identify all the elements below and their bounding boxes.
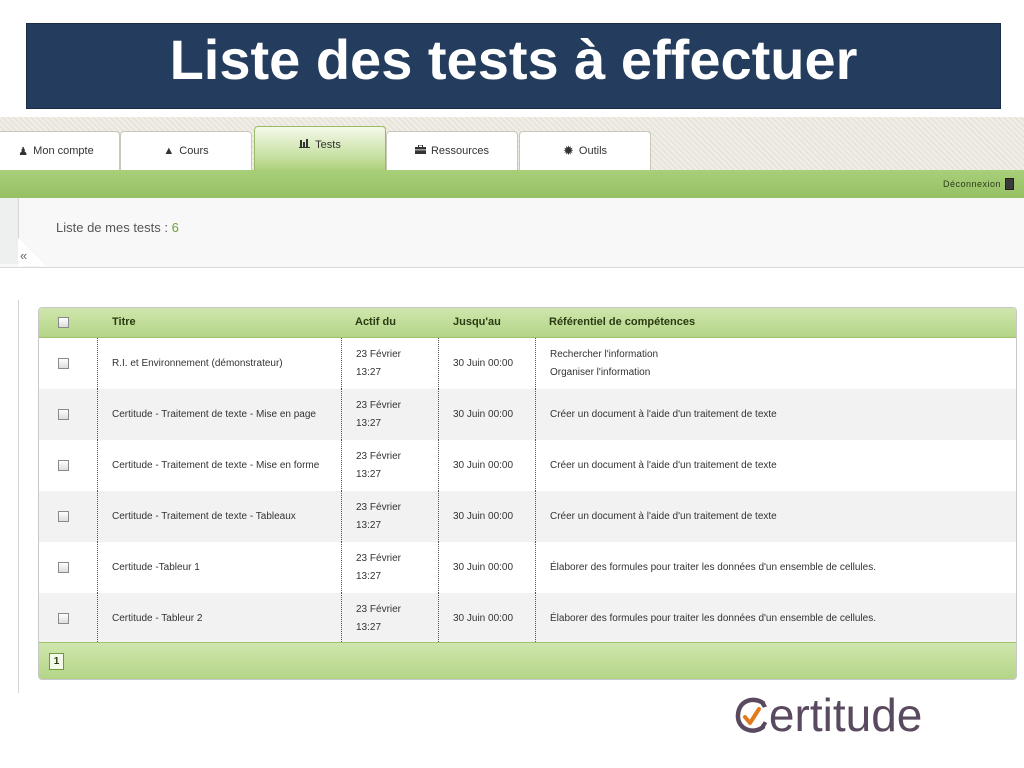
row-until: 30 Juin 00:00 [453, 562, 514, 573]
row-active-date: 23 Février [356, 349, 402, 360]
bar-chart-icon [299, 138, 311, 151]
top-green-bar: Déconnexion [0, 170, 1024, 198]
row-active-time: 13:27 [356, 418, 382, 429]
app-window: ♟ Mon compte ▲ Cours Tests Ressources ✹ … [0, 117, 1024, 693]
row-title[interactable]: Certitude - Tableur 2 [112, 610, 202, 627]
tests-count: Liste de mes tests : 6 [56, 220, 179, 235]
row-title[interactable]: Certitude - Traitement de texte - Mise e… [112, 406, 316, 423]
row-active-date: 23 Février [356, 400, 402, 411]
tab-outils[interactable]: ✹ Outils [519, 131, 651, 170]
row-title[interactable]: Certitude -Tableur 1 [112, 559, 200, 576]
slide-title: Liste des tests à effectuer [169, 28, 858, 91]
row-checkbox[interactable] [58, 511, 69, 522]
logo-text: Certitude [735, 689, 923, 741]
select-all-checkbox[interactable] [58, 317, 69, 328]
tab-ressources[interactable]: Ressources [386, 131, 518, 170]
collapse-sidebar-icon[interactable]: « [20, 248, 27, 263]
row-active-time: 13:27 [356, 520, 382, 531]
col-titre[interactable]: Titre [112, 316, 136, 328]
row-active-time: 13:27 [356, 367, 382, 378]
page-1-button[interactable]: 1 [49, 653, 64, 670]
col-jusquau[interactable]: Jusqu'au [453, 316, 501, 328]
row-active-date: 23 Février [356, 604, 402, 615]
tab-bar: ♟ Mon compte ▲ Cours Tests Ressources ✹ … [0, 117, 1024, 172]
list-header: Liste de mes tests : 6 [0, 198, 1024, 268]
row-checkbox[interactable] [58, 358, 69, 369]
row-skill: Créer un document à l'aide d'un traiteme… [550, 511, 777, 522]
row-skill: Rechercher l'information [550, 349, 659, 360]
slide-title-banner: Liste des tests à effectuer [26, 23, 1001, 109]
briefcase-icon [414, 144, 426, 157]
row-active-date: 23 Février [356, 451, 402, 462]
row-until: 30 Juin 00:00 [453, 613, 514, 624]
row-checkbox[interactable] [58, 460, 69, 471]
table-row[interactable]: Certitude - Tableur 2 23 Février 13:27 3… [39, 593, 1016, 644]
graduation-cap-icon: ▲ [163, 145, 175, 157]
row-skill: Organiser l'information [550, 367, 651, 378]
table-row[interactable]: Certitude - Traitement de texte - Mise e… [39, 389, 1016, 441]
table-header: Titre Actif du Jusqu'au Référentiel de c… [39, 308, 1016, 338]
row-active-date: 23 Février [356, 502, 402, 513]
row-skill: Élaborer des formules pour traiter les d… [550, 613, 876, 624]
row-checkbox[interactable] [58, 409, 69, 420]
row-active-time: 13:27 [356, 469, 382, 480]
tests-count-label: Liste de mes tests : [56, 220, 172, 235]
user-icon: ♟ [18, 145, 29, 158]
col-referentiel[interactable]: Référentiel de compétences [549, 316, 695, 328]
row-checkbox[interactable] [58, 562, 69, 573]
row-skill: Créer un document à l'aide d'un traiteme… [550, 409, 777, 420]
sidebar-lower-strip [0, 300, 19, 693]
row-until: 30 Juin 00:00 [453, 511, 514, 522]
row-title[interactable]: Certitude - Traitement de texte - Tablea… [112, 508, 296, 525]
table-row[interactable]: Certitude -Tableur 1 23 Février 13:27 30… [39, 542, 1016, 594]
row-skill: Élaborer des formules pour traiter les d… [550, 562, 876, 573]
row-active-date: 23 Février [356, 553, 402, 564]
row-active-time: 13:27 [356, 622, 382, 633]
row-until: 30 Juin 00:00 [453, 409, 514, 420]
row-skill: Créer un document à l'aide d'un traiteme… [550, 460, 777, 471]
tab-label: Mon compte [33, 145, 94, 157]
row-until: 30 Juin 00:00 [453, 460, 514, 471]
table-row[interactable]: R.I. et Environnement (démonstrateur) 23… [39, 338, 1016, 390]
col-actif-du[interactable]: Actif du [355, 316, 396, 328]
tab-label: Ressources [430, 145, 490, 157]
certitude-logo: Certitude [735, 690, 922, 740]
tab-label: Cours [179, 145, 209, 157]
table-footer: 1 [39, 642, 1016, 679]
row-title[interactable]: Certitude - Traitement de texte - Mise e… [112, 457, 319, 474]
row-checkbox[interactable] [58, 613, 69, 624]
table-row[interactable]: Certitude - Traitement de texte - Tablea… [39, 491, 1016, 543]
logout-link[interactable]: Déconnexion [943, 178, 1014, 190]
tests-table: Titre Actif du Jusqu'au Référentiel de c… [38, 307, 1017, 680]
tab-mon-compte[interactable]: ♟ Mon compte [0, 131, 120, 170]
tab-label: Outils [578, 145, 608, 157]
gear-icon: ✹ [562, 143, 574, 158]
tab-tests[interactable]: Tests [254, 126, 386, 172]
sidebar-collapsed [0, 198, 19, 264]
table-row[interactable]: Certitude - Traitement de texte - Mise e… [39, 440, 1016, 492]
tab-label: Tests [315, 138, 341, 151]
row-until: 30 Juin 00:00 [453, 358, 514, 369]
logout-label: Déconnexion [942, 179, 1001, 189]
tests-count-value: 6 [171, 220, 179, 235]
tab-cours[interactable]: ▲ Cours [120, 131, 252, 170]
logout-icon [1005, 178, 1014, 190]
row-active-time: 13:27 [356, 571, 382, 582]
row-title[interactable]: R.I. et Environnement (démonstrateur) [112, 355, 283, 372]
